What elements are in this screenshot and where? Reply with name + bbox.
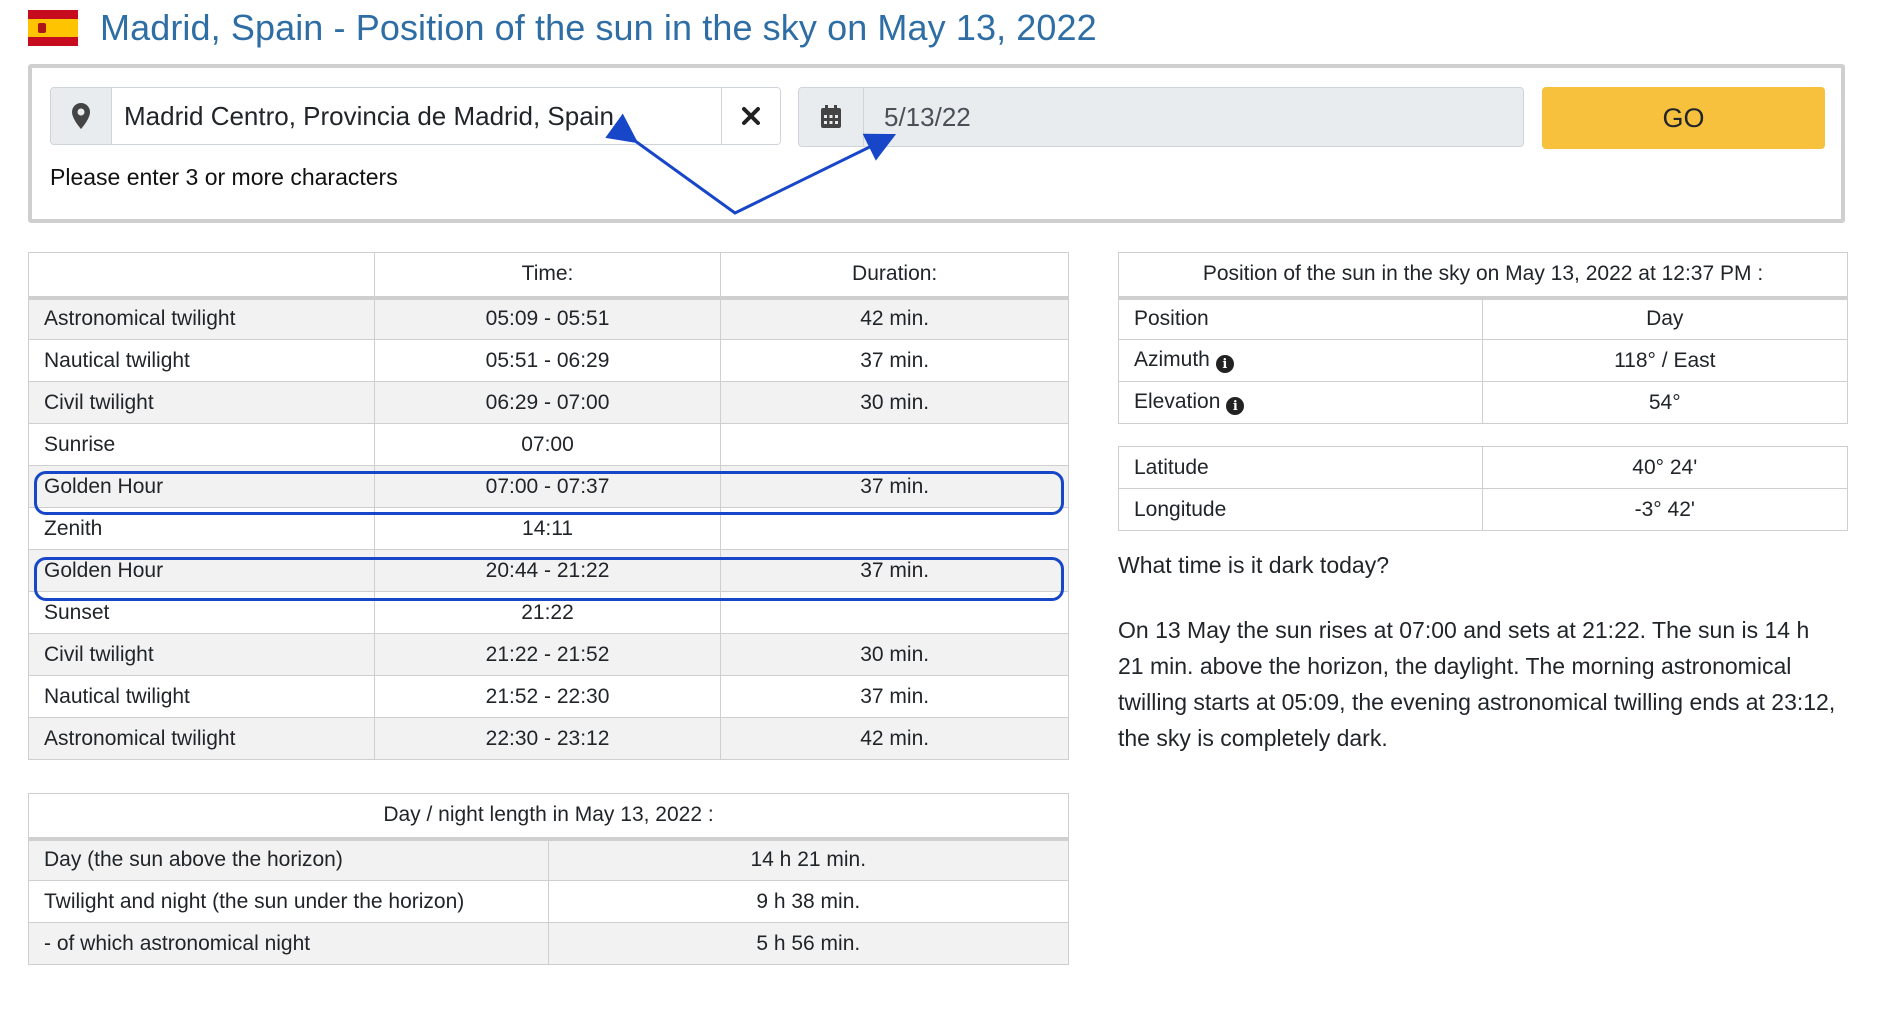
event-time: 21:52 - 22:30 [373,675,722,718]
length-value: 9 h 38 min. [547,880,1070,923]
azimuth-cell: Azimuth i [1118,339,1483,382]
length-label: Day (the sun above the horizon) [28,838,549,881]
info-icon[interactable]: i [1215,355,1234,374]
table-row: Sunset 21:22 [28,591,1069,634]
input-hint: Please enter 3 or more characters [50,164,398,190]
table-row: Longitude -3° 42' [1118,488,1849,531]
latitude-value: 40° 24' [1481,446,1849,489]
event-duration: 42 min. [720,297,1069,340]
event-time: 21:22 [373,591,722,634]
clear-location-button[interactable] [721,88,780,144]
event-name: Nautical twilight [28,675,375,718]
event-name: Golden Hour [28,549,375,592]
latitude-label: Latitude [1118,446,1483,489]
event-time: 05:09 - 05:51 [373,297,722,340]
event-duration [720,507,1069,550]
event-name: Nautical twilight [28,339,375,382]
table-row: Astronomical twilight 05:09 - 05:51 42 m… [28,297,1069,340]
table-row: Elevation i 54° [1118,381,1849,424]
longitude-label: Longitude [1118,488,1483,531]
length-label: Twilight and night (the sun under the ho… [28,880,549,923]
position-label: Position [1118,297,1483,340]
event-name: Zenith [28,507,375,550]
location-input-group [50,87,781,145]
table-row: Nautical twilight 21:52 - 22:30 37 min. [28,675,1069,718]
event-time: 21:22 - 21:52 [373,633,722,676]
longitude-value: -3° 42' [1481,488,1849,531]
event-name: Civil twilight [28,381,375,424]
header-blank [28,252,375,300]
table-row: Golden Hour 07:00 - 07:37 37 min. [28,465,1069,508]
info-icon[interactable]: i [1226,397,1245,416]
date-input[interactable] [864,88,1523,146]
page-title: Madrid, Spain - Position of the sun in t… [100,7,1097,48]
table-row: Golden Hour 20:44 - 21:22 37 min. [28,549,1069,592]
coordinates-table: Latitude 40° 24' Longitude -3° 42' [1118,446,1849,531]
event-duration: 37 min. [720,549,1069,592]
event-duration [720,591,1069,634]
table-row: - of which astronomical night 5 h 56 min… [28,922,1070,965]
dark-question-heading: What time is it dark today? [1118,552,1389,578]
table-row: Azimuth i 118° / East [1118,339,1849,382]
event-time: 07:00 [373,423,722,466]
header-time: Time: [373,252,722,300]
table-row: Zenith 14:11 [28,507,1069,550]
elevation-cell: Elevation i [1118,381,1483,424]
event-duration: 37 min. [720,339,1069,382]
event-time: 14:11 [373,507,722,550]
event-duration: 37 min. [720,675,1069,718]
table-row: Latitude 40° 24' [1118,446,1849,489]
table-row: Sunrise 07:00 [28,423,1069,466]
length-value: 14 h 21 min. [547,838,1070,881]
elevation-value: 54° [1481,381,1849,424]
table-row: Civil twilight 21:22 - 21:52 30 min. [28,633,1069,676]
table-row: Day (the sun above the horizon) 14 h 21 … [28,838,1070,881]
location-input[interactable] [112,88,721,144]
event-duration [720,423,1069,466]
dark-description: On 13 May the sun rises at 07:00 and set… [1118,617,1836,751]
calendar-icon [799,88,864,146]
event-time: 06:29 - 07:00 [373,381,722,424]
event-name: Sunrise [28,423,375,466]
day-night-length-table: Day / night length in May 13, 2022 : Day… [28,793,1070,965]
position-table-header: Position of the sun in the sky on May 13… [1118,252,1848,300]
event-duration: 37 min. [720,465,1069,508]
table-row: Civil twilight 06:29 - 07:00 30 min. [28,381,1069,424]
azimuth-label: Azimuth [1134,347,1210,371]
table-row: Position Day [1118,297,1849,340]
event-name: Sunset [28,591,375,634]
close-icon [742,107,760,125]
event-name: Golden Hour [28,465,375,508]
spain-flag-icon [28,10,78,46]
event-duration: 42 min. [720,717,1069,760]
map-marker-icon [51,88,112,144]
table-row: Twilight and night (the sun under the ho… [28,880,1070,923]
page-header: Madrid, Spain - Position of the sun in t… [28,0,1097,56]
date-input-group [798,87,1524,147]
table-row: Astronomical twilight 22:30 - 23:12 42 m… [28,717,1069,760]
header-duration: Duration: [720,252,1069,300]
sun-position-table: Position of the sun in the sky on May 13… [1118,252,1849,424]
event-time: 22:30 - 23:12 [373,717,722,760]
length-value: 5 h 56 min. [547,922,1070,965]
event-time: 05:51 - 06:29 [373,339,722,382]
event-name: Astronomical twilight [28,717,375,760]
search-panel: GO Please enter 3 or more characters [28,64,1845,223]
event-duration: 30 min. [720,633,1069,676]
elevation-label: Elevation [1134,389,1221,413]
length-label: - of which astronomical night [28,922,549,965]
azimuth-value: 118° / East [1481,339,1849,382]
length-table-header: Day / night length in May 13, 2022 : [28,793,1069,841]
event-name: Civil twilight [28,633,375,676]
event-duration: 30 min. [720,381,1069,424]
event-time: 20:44 - 21:22 [373,549,722,592]
position-value: Day [1481,297,1849,340]
event-name: Astronomical twilight [28,297,375,340]
event-time: 07:00 - 07:37 [373,465,722,508]
table-row: Nautical twilight 05:51 - 06:29 37 min. [28,339,1069,382]
twilight-table: Time: Duration: Astronomical twilight 05… [28,252,1069,760]
go-button[interactable]: GO [1542,87,1825,149]
